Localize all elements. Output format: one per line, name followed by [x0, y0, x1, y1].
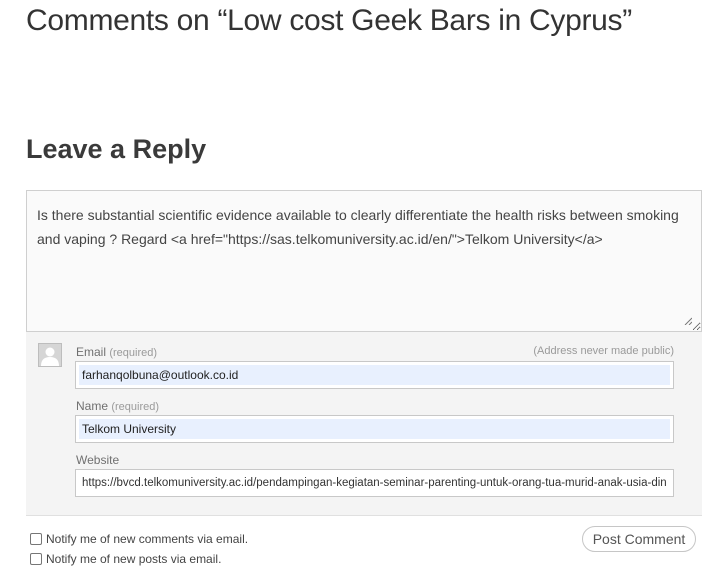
email-label: Email (required)	[76, 345, 157, 359]
default-avatar-icon	[38, 343, 62, 367]
email-required-note: (required)	[109, 347, 158, 359]
notify-comments-label: Notify me of new comments via email.	[46, 532, 249, 546]
name-input[interactable]	[79, 419, 670, 439]
comments-title: Comments on “Low cost Geek Bars in Cypru…	[26, 4, 632, 37]
post-comment-button[interactable]: Post Comment	[582, 526, 696, 552]
website-field[interactable]	[75, 469, 674, 497]
email-label-text: Email	[76, 345, 107, 359]
name-field[interactable]	[75, 415, 674, 443]
name-label: Name (required)	[76, 399, 159, 413]
website-input[interactable]	[79, 473, 670, 493]
comment-text: Is there substantial scientific evidence…	[37, 207, 679, 247]
notify-posts-label: Notify me of new posts via email.	[46, 552, 222, 566]
notify-comments-option[interactable]: Notify me of new comments via email.	[30, 532, 248, 546]
comment-textarea[interactable]: Is there substantial scientific evidence…	[26, 190, 702, 332]
resize-grip-icon[interactable]	[684, 317, 692, 325]
name-label-text: Name	[76, 399, 109, 413]
notify-comments-checkbox[interactable]	[30, 533, 42, 545]
email-privacy-hint: (Address never made public)	[533, 345, 674, 357]
website-label: Website	[76, 453, 120, 467]
email-field[interactable]	[75, 361, 674, 389]
notify-posts-option[interactable]: Notify me of new posts via email.	[30, 552, 221, 566]
email-input[interactable]	[79, 365, 670, 385]
reply-title: Leave a Reply	[26, 134, 207, 164]
identity-panel: Email (required) (Address never made pub…	[26, 332, 702, 516]
name-required-note: (required)	[111, 401, 160, 413]
notify-posts-checkbox[interactable]	[30, 553, 42, 565]
